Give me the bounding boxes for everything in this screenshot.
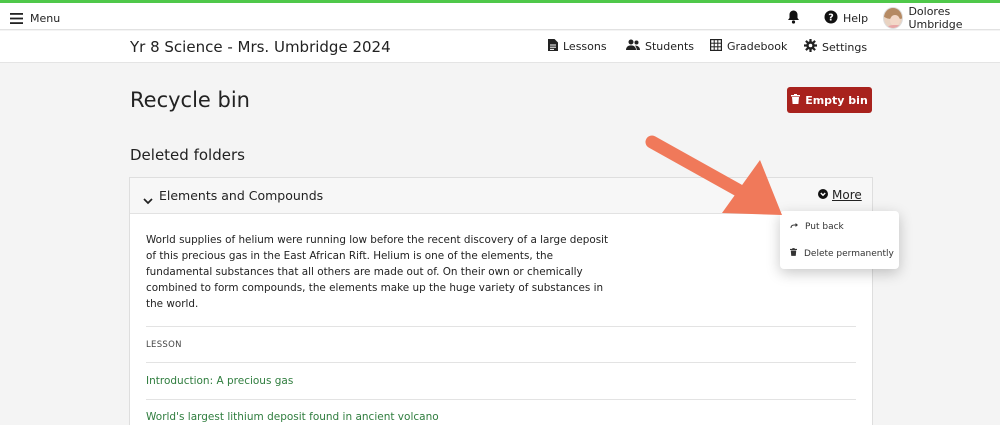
section-title: Deleted folders xyxy=(130,146,245,164)
page-title: Recycle bin xyxy=(130,88,250,112)
nav-settings[interactable]: Settings xyxy=(804,39,867,55)
help-icon: ? xyxy=(824,9,838,28)
grid-icon xyxy=(710,39,723,54)
menu-button[interactable]: Menu xyxy=(10,9,60,28)
document-icon xyxy=(548,39,558,54)
notifications-bell-icon[interactable] xyxy=(787,9,800,28)
folder-header: Elements and Compounds More xyxy=(130,178,872,214)
put-back-label: Put back xyxy=(805,222,844,232)
nav-students[interactable]: Students xyxy=(626,39,694,53)
avatar xyxy=(883,7,904,29)
divider xyxy=(146,399,856,400)
trash-icon xyxy=(791,93,801,107)
nav-settings-label: Settings xyxy=(822,40,868,54)
nav-gradebook[interactable]: Gradebook xyxy=(710,39,787,54)
menu-label: Menu xyxy=(30,12,61,25)
folder-name: Elements and Compounds xyxy=(159,188,324,203)
divider xyxy=(146,326,856,327)
help-label: Help xyxy=(843,12,869,25)
svg-text:?: ? xyxy=(828,13,834,24)
nav-gradebook-label: Gradebook xyxy=(727,40,788,53)
deleted-folder-card: Elements and Compounds More World suppli… xyxy=(129,177,873,425)
course-header: Yr 8 Science - Mrs. Umbridge 2024 Lesson… xyxy=(0,31,1000,63)
put-back-menu-item[interactable]: Put back xyxy=(790,222,844,232)
chevron-circle-down-icon xyxy=(818,188,828,202)
more-dropdown-menu: Put back Delete permanently xyxy=(780,211,899,269)
lesson-link[interactable]: World's largest lithium deposit found in… xyxy=(146,411,439,423)
top-bar: Menu ? Help Dolores Umbridge xyxy=(0,3,1000,31)
nav-lessons[interactable]: Lessons xyxy=(548,39,607,54)
people-icon xyxy=(626,39,640,53)
more-label: More xyxy=(832,188,862,202)
user-name: Dolores Umbridge xyxy=(908,5,963,31)
nav-students-label: Students xyxy=(645,39,695,53)
lesson-link[interactable]: Introduction: A precious gas xyxy=(146,375,293,387)
trash-icon xyxy=(790,248,797,259)
help-button[interactable]: ? Help xyxy=(824,9,868,28)
gear-icon xyxy=(804,39,817,55)
course-title: Yr 8 Science - Mrs. Umbridge 2024 xyxy=(130,38,391,56)
more-button[interactable]: More xyxy=(818,188,862,202)
redo-arrow-icon xyxy=(790,222,798,232)
divider xyxy=(146,362,856,363)
folder-description: World supplies of helium were running lo… xyxy=(146,234,609,310)
delete-permanently-label: Delete permanently xyxy=(804,248,894,259)
hamburger-icon xyxy=(10,9,23,28)
lesson-column-header: LESSON xyxy=(146,340,182,350)
delete-permanently-menu-item[interactable]: Delete permanently xyxy=(790,248,894,259)
user-menu[interactable]: Dolores Umbridge xyxy=(883,5,1000,31)
nav-lessons-label: Lessons xyxy=(563,40,607,53)
chevron-down-icon[interactable] xyxy=(143,190,153,209)
empty-bin-label: Empty bin xyxy=(805,93,868,107)
empty-bin-button[interactable]: Empty bin xyxy=(787,87,872,113)
